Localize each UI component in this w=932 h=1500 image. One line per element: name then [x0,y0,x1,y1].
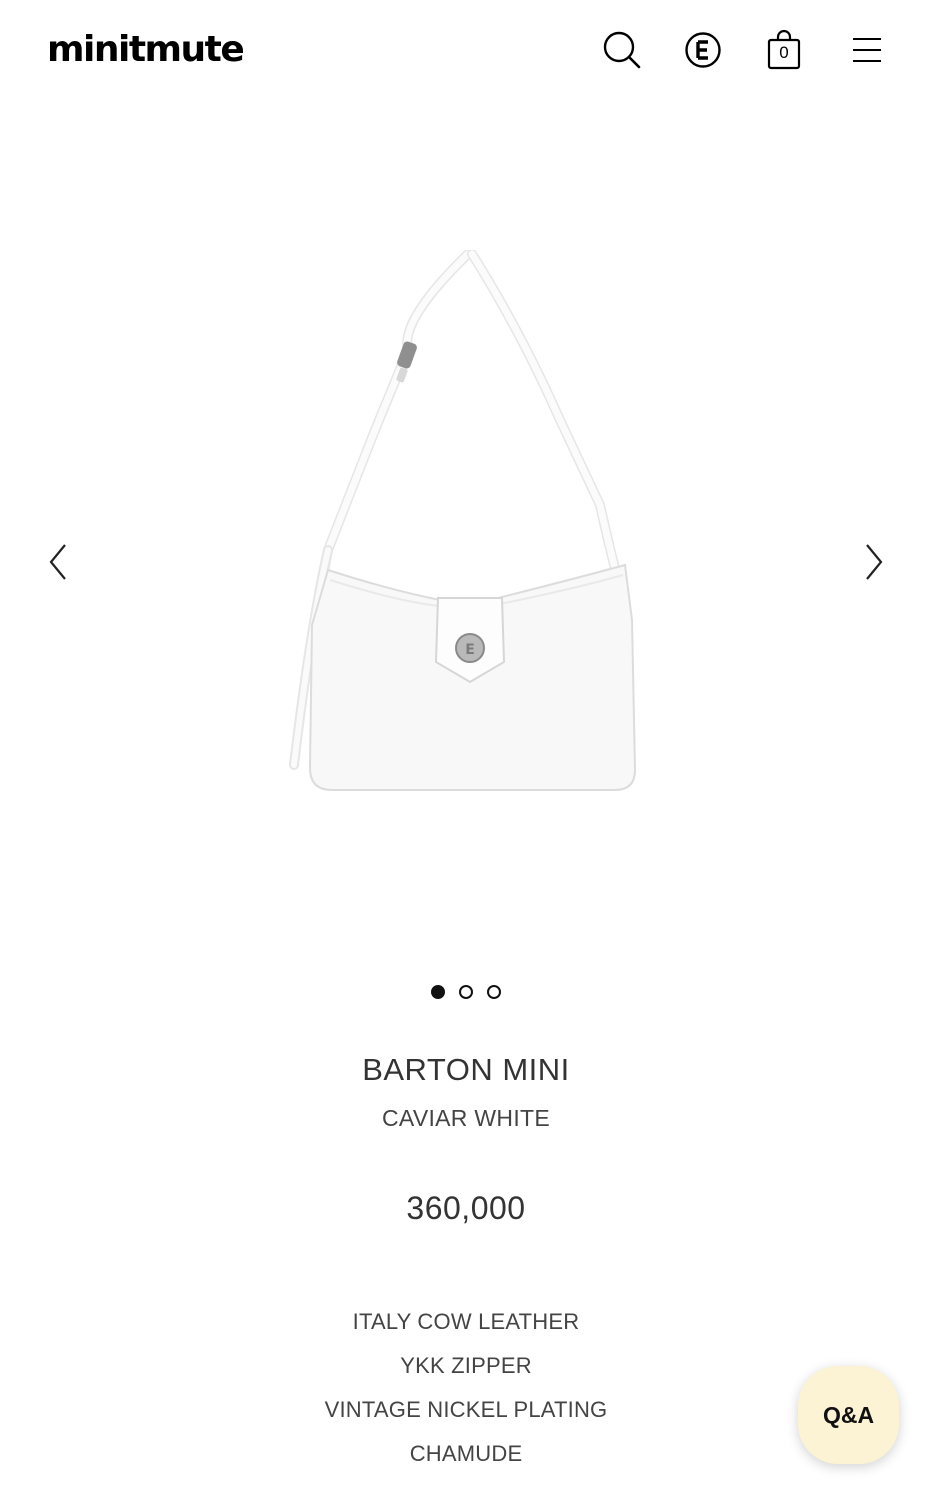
feature-item: VINTAGE NICKEL PLATING [324,1397,608,1422]
feature-item: CHAMUDE [409,1441,523,1466]
gallery-pagination [0,985,932,999]
product-price: 360,000 [406,1190,526,1226]
chevron-right-icon [866,544,883,580]
brand-e-button[interactable] [681,28,725,72]
gallery-dot-1[interactable] [431,985,445,999]
product-name: BARTON MINI [362,1052,570,1087]
menu-icon [853,38,881,62]
menu-button[interactable] [845,28,889,72]
gallery-dot-2[interactable] [459,985,473,999]
product-gallery: E [0,100,932,970]
search-icon [603,31,641,69]
brand-logo[interactable]: minitmute [47,28,245,72]
brand-e-icon [685,32,721,68]
product-features: ITALY COW LEATHER YKK ZIPPER VINTAGE NIC… [0,1300,932,1476]
cart-button[interactable]: 0 [762,28,806,72]
gallery-prev-button[interactable] [38,540,78,584]
feature-item: ITALY COW LEATHER [352,1309,580,1334]
feature-item: YKK ZIPPER [400,1353,532,1378]
chevron-left-icon [49,544,66,580]
header: minitmute 0 [0,0,932,100]
gallery-next-button[interactable] [854,540,894,584]
gallery-dot-3[interactable] [487,985,501,999]
product-image: E [289,250,637,791]
qa-button[interactable]: Q&A [798,1366,899,1464]
product-color: CAVIAR WHITE [381,1105,550,1131]
cart-count: 0 [779,43,789,62]
svg-text:E: E [465,642,475,658]
search-button[interactable] [600,28,644,72]
